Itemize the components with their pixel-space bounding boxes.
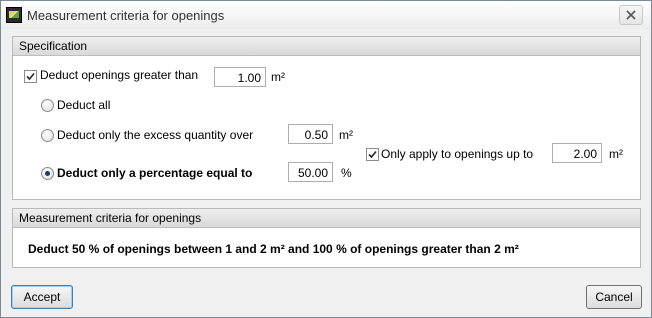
- checkmark-icon: [368, 150, 377, 159]
- apply-up-to-unit: m²: [609, 147, 623, 161]
- radio-excess[interactable]: [41, 129, 54, 142]
- dialog-window: Measurement criteria for openings Specif…: [0, 0, 652, 318]
- specification-panel: Specification Deduct openings greater th…: [12, 36, 641, 200]
- apply-up-to-input[interactable]: 2.00: [552, 143, 602, 163]
- specification-header: Specification: [13, 37, 640, 56]
- excess-input[interactable]: 0.50: [288, 124, 333, 144]
- summary-text: Deduct 50 % of openings between 1 and 2 …: [28, 242, 519, 256]
- checkmark-icon: [26, 72, 35, 81]
- window-title: Measurement criteria for openings: [27, 8, 225, 23]
- apply-up-to-label: Only apply to openings up to: [381, 147, 534, 161]
- deduct-greater-unit: m²: [271, 70, 285, 84]
- excess-label: Deduct only the excess quantity over: [57, 128, 254, 142]
- summary-header: Measurement criteria for openings: [13, 209, 640, 228]
- close-icon: [626, 10, 636, 20]
- deduct-greater-input[interactable]: 1.00: [214, 67, 266, 87]
- close-button[interactable]: [619, 5, 643, 25]
- percentage-unit: %: [341, 166, 352, 180]
- apply-up-to-checkbox[interactable]: [366, 148, 379, 161]
- accept-button[interactable]: Accept: [11, 285, 73, 309]
- summary-panel: Measurement criteria for openings Deduct…: [12, 208, 641, 268]
- title-bar[interactable]: Measurement criteria for openings: [1, 1, 651, 29]
- cancel-button[interactable]: Cancel: [586, 285, 642, 309]
- percentage-label: Deduct only a percentage equal to: [57, 166, 253, 180]
- deduct-all-label: Deduct all: [57, 98, 111, 112]
- radio-deduct-all[interactable]: [41, 99, 54, 112]
- app-icon: [6, 7, 22, 23]
- deduct-greater-label: Deduct openings greater than: [40, 68, 199, 82]
- percentage-input[interactable]: 50.00: [288, 162, 333, 182]
- radio-percentage[interactable]: [41, 167, 54, 180]
- deduct-greater-checkbox[interactable]: [24, 70, 37, 83]
- excess-unit: m²: [339, 128, 353, 142]
